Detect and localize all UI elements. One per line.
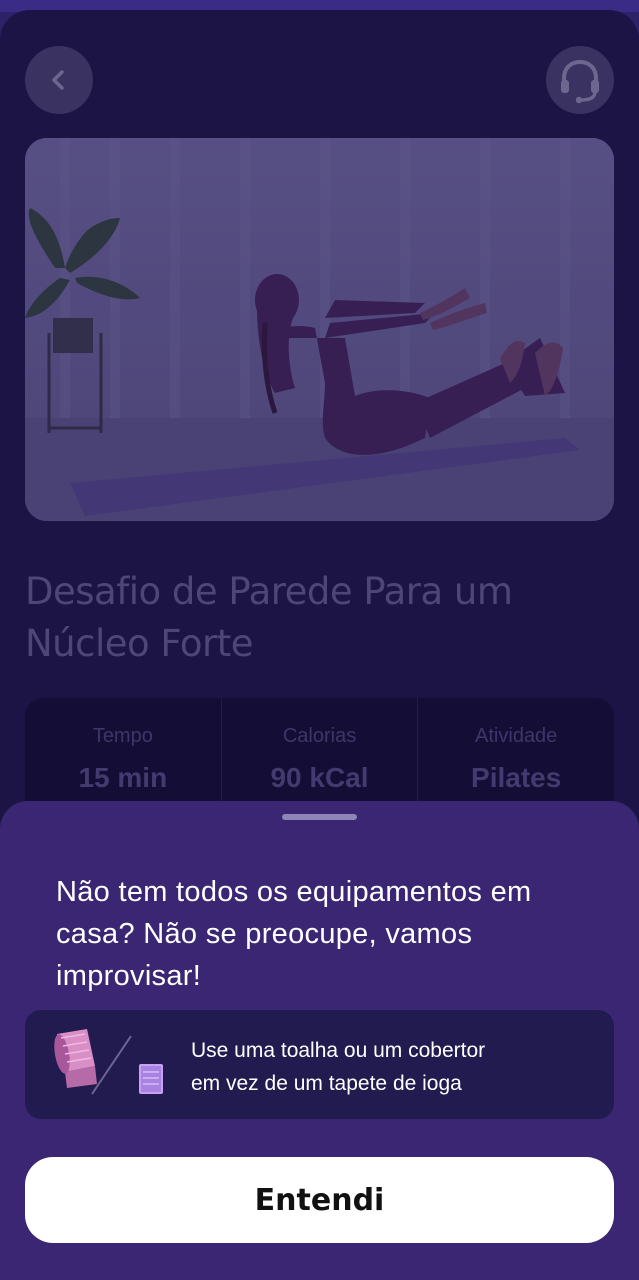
tip-icons — [54, 1029, 163, 1095]
sheet-heading: Não tem todos os equipamentos em casa? N… — [56, 871, 606, 997]
sheet-heading-line-3: improvisar! — [56, 960, 202, 992]
sheet-heading-line-1: Não tem todos os equipamentos em — [56, 876, 532, 908]
tip-text-line-2: em vez de um tapete de ioga — [191, 1072, 462, 1095]
stat-label: Tempo — [92, 725, 153, 747]
support-button[interactable] — [546, 46, 614, 114]
chevron-left-icon — [52, 70, 64, 90]
yoga-mat-icon — [54, 1029, 97, 1088]
screen: Desafio de Parede Para um Núcleo Forte T… — [0, 0, 639, 1280]
stat-value: Pilates — [471, 762, 562, 793]
workout-title: Desafio de Parede Para um Núcleo Forte — [25, 566, 614, 670]
headset-icon — [561, 59, 599, 104]
entendi-button[interactable]: Entendi — [25, 1157, 614, 1243]
divider-slash — [91, 1035, 132, 1095]
towel-icon — [139, 1064, 163, 1094]
sheet-drag-handle[interactable] — [282, 814, 357, 820]
stat-label: Calorias — [282, 725, 357, 747]
workout-hero-image — [25, 138, 614, 521]
workout-title-line-2: Núcleo Forte — [25, 622, 254, 665]
equipment-bottom-sheet: Não tem todos os equipamentos em casa? N… — [0, 801, 639, 1280]
tip-text-line-1: Use uma toalha ou um cobertor — [191, 1039, 486, 1062]
equipment-tip-card: Use uma toalha ou um cobertor em vez de … — [25, 1010, 614, 1119]
sheet-heading-line-2: casa? Não se preocupe, vamos — [56, 918, 473, 950]
tip-text: Use uma toalha ou um cobertor em vez de … — [191, 1034, 601, 1100]
back-button[interactable] — [25, 46, 93, 114]
workout-title-line-1: Desafio de Parede Para um — [25, 570, 513, 613]
stat-value: 90 kCal — [270, 762, 369, 793]
stat-label: Atividade — [475, 725, 558, 747]
stat-value: 15 min — [78, 762, 168, 793]
